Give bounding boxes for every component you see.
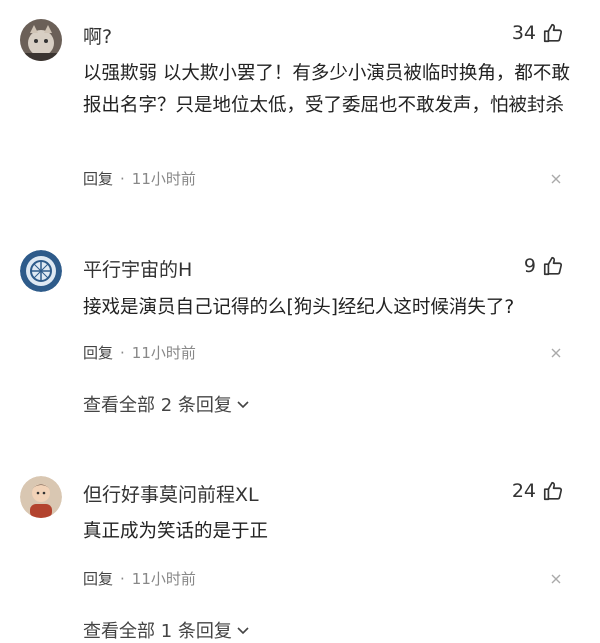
timestamp: 11小时前 <box>131 570 196 588</box>
reply-button[interactable]: 回复 <box>83 568 113 589</box>
separator: · <box>120 569 125 588</box>
reply-button[interactable]: 回复 <box>83 342 113 363</box>
like-button[interactable]: 24 <box>512 480 564 502</box>
comment-meta: 回复 · 11小时前 <box>83 568 196 589</box>
thumbs-up-icon <box>543 23 563 43</box>
comment-text: 真正成为笑话的是于正 <box>83 521 269 542</box>
view-all-replies-button[interactable]: 查看全部 1 条回复 <box>83 617 250 643</box>
like-count: 34 <box>511 22 536 44</box>
chevron-down-icon <box>237 627 249 635</box>
comment-meta: 回复 · 11小时前 <box>83 342 196 363</box>
comment-text: 接戏是演员自己记得的么[狗头]经纪人这时候消失了? <box>83 297 515 318</box>
avatar[interactable] <box>20 476 62 518</box>
view-all-replies-button[interactable]: 查看全部 2 条回复 <box>83 391 250 417</box>
like-button[interactable]: 9 <box>524 255 564 277</box>
like-count: 9 <box>523 255 536 277</box>
comment-meta: 回复 · 11小时前 <box>83 168 196 189</box>
separator: · <box>120 169 125 188</box>
timestamp: 11小时前 <box>131 344 196 362</box>
thumbs-up-icon <box>543 256 563 276</box>
like-button[interactable]: 34 <box>512 22 564 44</box>
avatar[interactable] <box>20 250 62 292</box>
view-all-replies-label: 查看全部 2 条回复 <box>83 395 232 416</box>
timestamp: 11小时前 <box>131 170 196 188</box>
like-count: 24 <box>511 480 536 502</box>
close-icon[interactable] <box>550 347 562 359</box>
username[interactable]: 但行好事莫问前程XL <box>83 480 259 507</box>
username[interactable]: 平行宇宙的H <box>83 255 192 282</box>
close-icon[interactable] <box>550 173 562 185</box>
close-icon[interactable] <box>550 573 562 585</box>
chevron-down-icon <box>237 401 249 409</box>
separator: · <box>120 343 125 362</box>
username[interactable]: 啊? <box>83 22 112 49</box>
view-all-replies-label: 查看全部 1 条回复 <box>83 621 232 642</box>
thumbs-up-icon <box>543 481 563 501</box>
avatar[interactable] <box>20 19 62 61</box>
comment-text: 以强欺弱 以大欺小罢了！有多少小演员被临时换角，都不敢报出名字？只是地位太低，受… <box>83 63 570 116</box>
reply-button[interactable]: 回复 <box>83 168 113 189</box>
